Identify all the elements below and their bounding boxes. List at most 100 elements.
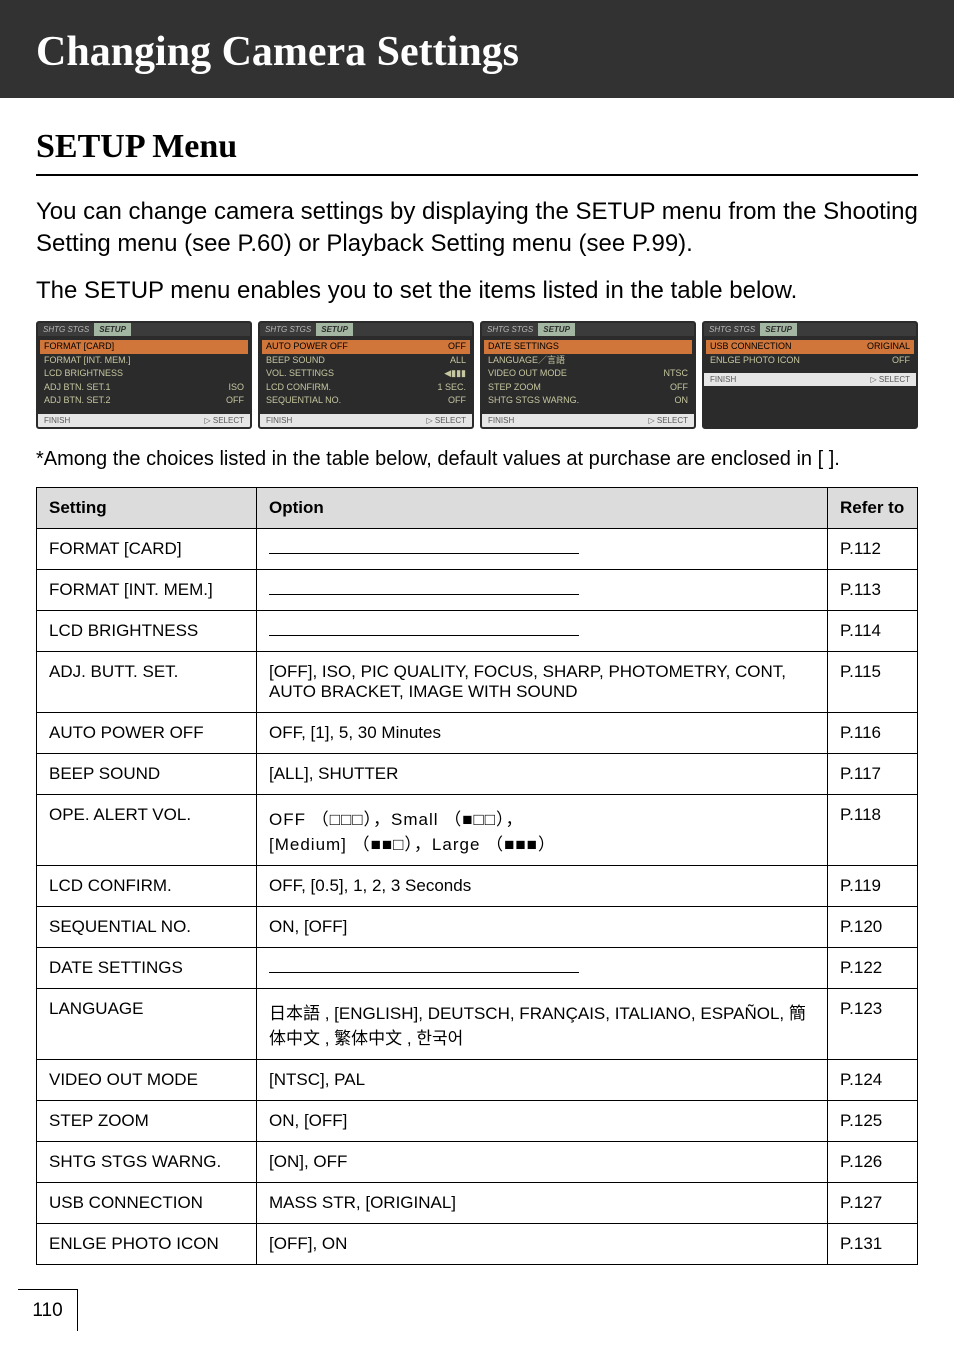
cell-setting: FORMAT [INT. MEM.] (37, 569, 257, 610)
cell-setting: STEP ZOOM (37, 1100, 257, 1141)
table-row: FORMAT [INT. MEM.]P.113 (37, 569, 918, 610)
table-row: SEQUENTIAL NO.ON, [OFF]P.120 (37, 906, 918, 947)
screenshot-foot-finish: FINISH (266, 416, 292, 425)
screenshot-menu-row: SHTG STGS WARNG.ON (488, 394, 688, 408)
cell-setting: BEEP SOUND (37, 753, 257, 794)
table-header-row: Setting Option Refer to (37, 487, 918, 528)
table-row: LANGUAGE日本語 , [ENGLISH], DEUTSCH, FRANÇA… (37, 988, 918, 1059)
th-setting: Setting (37, 487, 257, 528)
cell-setting: LANGUAGE (37, 988, 257, 1059)
screenshot-foot-finish: FINISH (488, 416, 514, 425)
cell-setting: ADJ. BUTT. SET. (37, 651, 257, 712)
screenshot-menu-row: STEP ZOOMOFF (488, 381, 688, 395)
screenshot-menu-row: LANGUAGE／言語 (488, 354, 688, 368)
cell-refer: P.112 (828, 528, 918, 569)
setup-screenshot: SHTG STGSSETUP DATE SETTINGSLANGUAGE／言語VI… (480, 321, 696, 429)
table-row: OPE. ALERT VOL.OFF （□□□），Small （■□□），[Me… (37, 794, 918, 865)
screenshot-foot-select: ▷ SELECT (649, 416, 689, 425)
screenshot-menu-row: DATE SETTINGS (484, 340, 692, 354)
cell-refer: P.131 (828, 1223, 918, 1264)
cell-option: ON, [OFF] (257, 906, 828, 947)
cell-refer: P.120 (828, 906, 918, 947)
cell-option (257, 569, 828, 610)
cell-option: OFF （□□□），Small （■□□），[Medium] （■■□），Lar… (257, 794, 828, 865)
table-row: FORMAT [CARD]P.112 (37, 528, 918, 569)
cell-refer: P.115 (828, 651, 918, 712)
th-option: Option (257, 487, 828, 528)
screenshot-tab: SETUP (316, 323, 353, 336)
settings-table: Setting Option Refer to FORMAT [CARD]P.1… (36, 487, 918, 1265)
cell-setting: ENLGE PHOTO ICON (37, 1223, 257, 1264)
screenshot-tab: SETUP (94, 323, 131, 336)
screenshot-tab: SETUP (760, 323, 797, 336)
section-title: SETUP Menu (36, 128, 918, 166)
blank-line (269, 581, 579, 595)
screenshot-menu-row: BEEP SOUNDALL (266, 354, 466, 368)
table-row: USB CONNECTIONMASS STR, [ORIGINAL]P.127 (37, 1182, 918, 1223)
screenshot-foot-finish: FINISH (710, 375, 736, 384)
table-row: ENLGE PHOTO ICON[OFF], ONP.131 (37, 1223, 918, 1264)
screenshot-tab: SHTG STGS (260, 323, 316, 336)
cell-option: [NTSC], PAL (257, 1059, 828, 1100)
intro-paragraph-2: The SETUP menu enables you to set the it… (36, 275, 918, 307)
screenshot-menu-row: LCD BRIGHTNESS (44, 367, 244, 381)
cell-setting: LCD BRIGHTNESS (37, 610, 257, 651)
table-row: DATE SETTINGSP.122 (37, 947, 918, 988)
screenshot-menu-row: FORMAT [INT. MEM.] (44, 354, 244, 368)
cell-setting: LCD CONFIRM. (37, 865, 257, 906)
cell-refer: P.117 (828, 753, 918, 794)
setup-screenshot: SHTG STGSSETUPFORMAT [CARD]FORMAT [INT. … (36, 321, 252, 429)
screenshot-tab: SETUP (538, 323, 575, 336)
setup-screenshot: SHTG STGSSETUP AUTO POWER OFFOFFBEEP SOUN… (258, 321, 474, 429)
page-masthead: Changing Camera Settings (0, 0, 954, 98)
screenshot-tab: SHTG STGS (704, 323, 760, 336)
cell-option: MASS STR, [ORIGINAL] (257, 1182, 828, 1223)
setup-screenshots: SHTG STGSSETUPFORMAT [CARD]FORMAT [INT. … (36, 321, 918, 429)
table-row: SHTG STGS WARNG.[ON], OFFP.126 (37, 1141, 918, 1182)
cell-refer: P.119 (828, 865, 918, 906)
cell-option (257, 947, 828, 988)
cell-refer: P.116 (828, 712, 918, 753)
screenshot-tab: SHTG STGS (38, 323, 94, 336)
table-row: ADJ. BUTT. SET.[OFF], ISO, PIC QUALITY, … (37, 651, 918, 712)
screenshot-menu-row: VIDEO OUT MODENTSC (488, 367, 688, 381)
table-row: AUTO POWER OFFOFF, [1], 5, 30 MinutesP.1… (37, 712, 918, 753)
default-values-note: *Among the choices listed in the table b… (36, 445, 918, 473)
cell-option: [OFF], ISO, PIC QUALITY, FOCUS, SHARP, P… (257, 651, 828, 712)
screenshot-menu-row: VOL. SETTINGS◀▮▮▮ (266, 367, 466, 381)
table-row: LCD BRIGHTNESS P.114 (37, 610, 918, 651)
cell-option (257, 610, 828, 651)
cell-refer: P.127 (828, 1182, 918, 1223)
cell-setting: USB CONNECTION (37, 1182, 257, 1223)
table-row: VIDEO OUT MODE[NTSC], PALP.124 (37, 1059, 918, 1100)
th-refer: Refer to (828, 487, 918, 528)
screenshot-menu-row: AUTO POWER OFFOFF (262, 340, 470, 354)
blank-line (269, 540, 579, 554)
cell-setting: SEQUENTIAL NO. (37, 906, 257, 947)
screenshot-foot-finish: FINISH (44, 416, 70, 425)
setup-screenshot: SHTG STGSSETUPUSB CONNECTIONORIGINALENLG… (702, 321, 918, 429)
screenshot-menu-row: ENLGE PHOTO ICONOFF (710, 354, 910, 368)
cell-option: [ON], OFF (257, 1141, 828, 1182)
screenshot-menu-row: LCD CONFIRM.1 SEC. (266, 381, 466, 395)
cell-option (257, 528, 828, 569)
cell-setting: VIDEO OUT MODE (37, 1059, 257, 1100)
cell-refer: P.118 (828, 794, 918, 865)
screenshot-tab: SHTG STGS (482, 323, 538, 336)
intro-paragraph-1: You can change camera settings by displa… (36, 196, 918, 261)
cell-option: OFF, [0.5], 1, 2, 3 Seconds (257, 865, 828, 906)
cell-setting: SHTG STGS WARNG. (37, 1141, 257, 1182)
cell-refer: P.123 (828, 988, 918, 1059)
table-row: BEEP SOUND[ALL], SHUTTERP.117 (37, 753, 918, 794)
cell-option: ON, [OFF] (257, 1100, 828, 1141)
section-rule (36, 174, 918, 176)
cell-refer: P.125 (828, 1100, 918, 1141)
screenshot-menu-row: SEQUENTIAL NO.OFF (266, 394, 466, 408)
cell-refer: P.126 (828, 1141, 918, 1182)
cell-setting: AUTO POWER OFF (37, 712, 257, 753)
cell-setting: DATE SETTINGS (37, 947, 257, 988)
screenshot-foot-select: ▷ SELECT (871, 375, 911, 384)
cell-option: [OFF], ON (257, 1223, 828, 1264)
cell-refer: P.114 (828, 610, 918, 651)
blank-line (269, 622, 579, 636)
